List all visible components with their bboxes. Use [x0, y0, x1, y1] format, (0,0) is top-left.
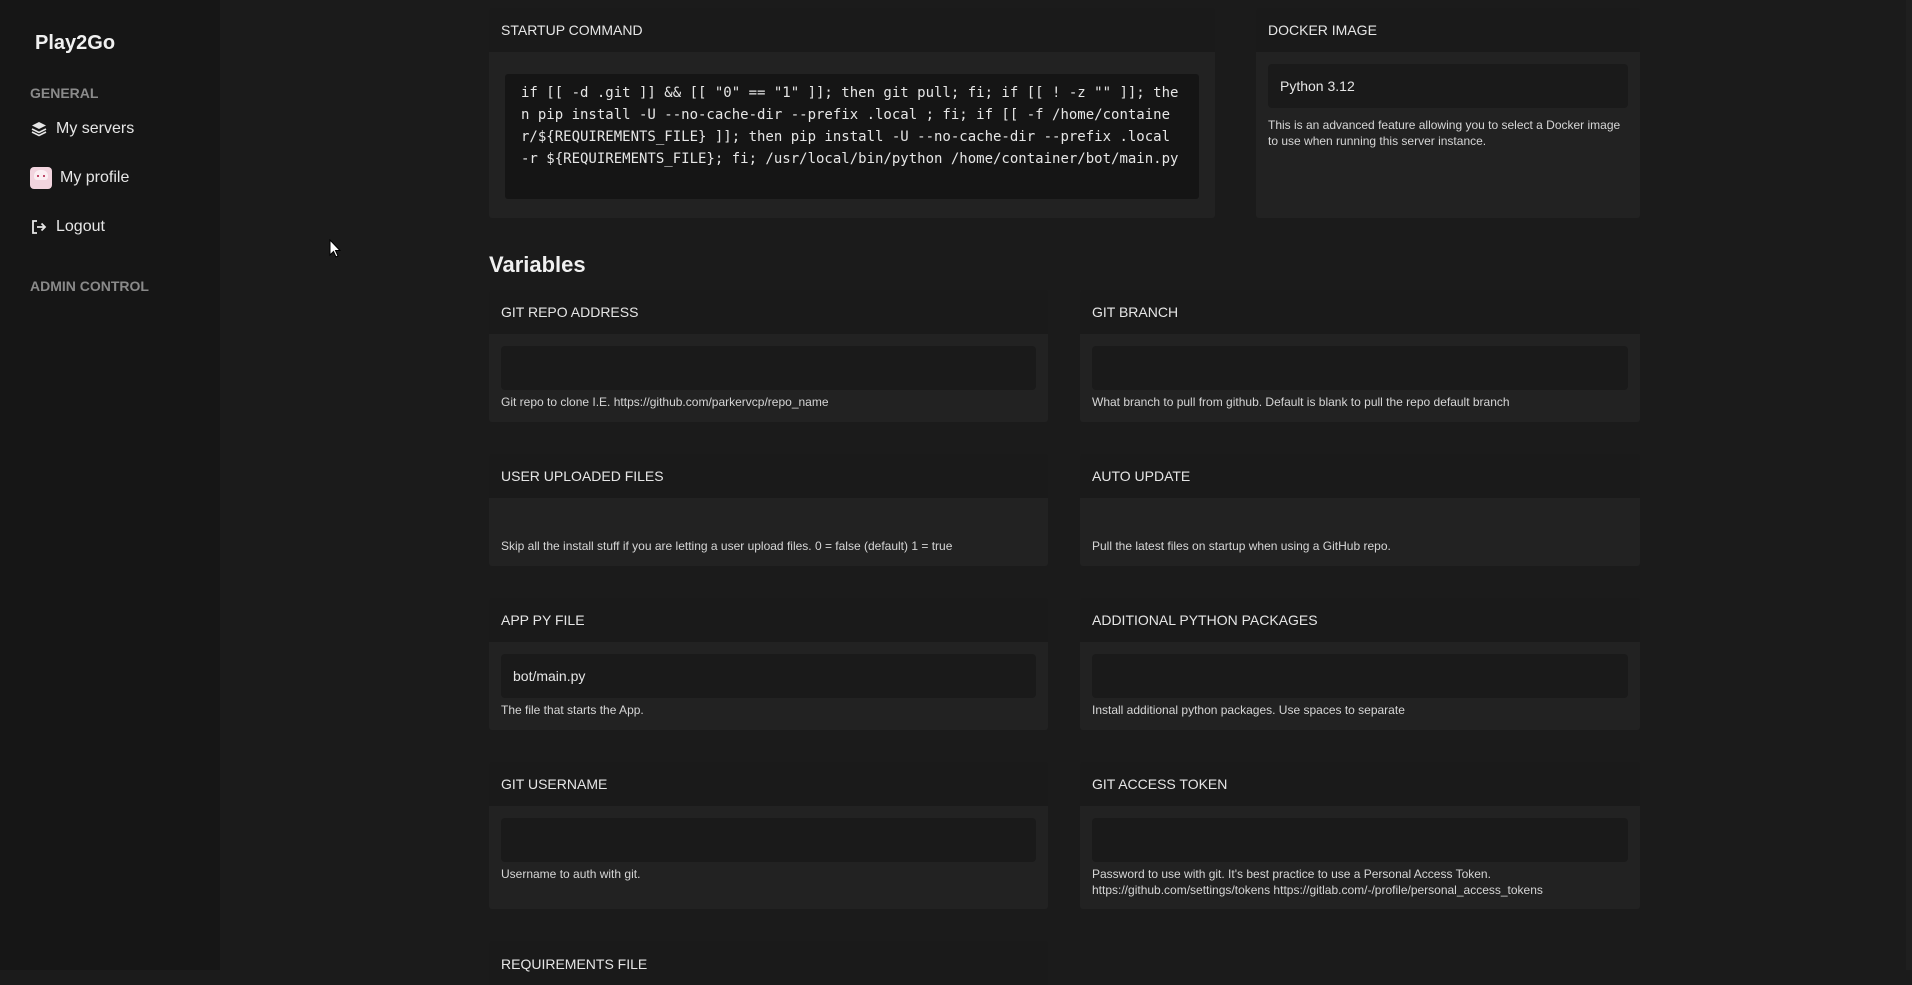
app-py-card: APP PY FILE bot/main.py The file that st… — [489, 598, 1048, 730]
sidebar-item-label: My profile — [60, 169, 130, 186]
auto-update-help: Pull the latest files on startup when us… — [1092, 539, 1391, 553]
variables-heading: Variables — [489, 252, 586, 277]
auto-update-card: AUTO UPDATE Pull the latest files on sta… — [1080, 454, 1640, 566]
docker-image-help: This is an advanced feature allowing you… — [1268, 118, 1621, 148]
general-section-label: GENERAL — [30, 85, 99, 101]
layers-icon — [30, 120, 48, 138]
auto-update-title: AUTO UPDATE — [1080, 454, 1640, 498]
sidebar-item-my-servers[interactable]: My servers — [30, 120, 134, 138]
python-packages-card: ADDITIONAL PYTHON PACKAGES Install addit… — [1080, 598, 1640, 730]
avatar — [30, 167, 52, 189]
python-packages-help: Install additional python packages. Use … — [1092, 703, 1405, 717]
admin-section-label: ADMIN CONTROL — [30, 278, 149, 294]
app-py-help: The file that starts the App. — [501, 703, 644, 717]
sidebar-item-label: Logout — [56, 218, 105, 235]
git-username-title: GIT USERNAME — [489, 762, 1048, 806]
user-uploaded-help: Skip all the install stuff if you are le… — [501, 539, 953, 553]
app-py-title: APP PY FILE — [489, 598, 1048, 642]
logout-icon — [30, 218, 48, 236]
git-branch-card: GIT BRANCH What branch to pull from gith… — [1080, 290, 1640, 422]
scrollbar[interactable] — [1906, 0, 1912, 970]
git-repo-input[interactable] — [501, 346, 1036, 390]
user-uploaded-title: USER UPLOADED FILES — [489, 454, 1048, 498]
sidebar-item-my-profile[interactable]: My profile — [30, 167, 129, 189]
git-username-help: Username to auth with git. — [501, 867, 641, 881]
docker-image-card: DOCKER IMAGE Python 3.12 This is an adva… — [1256, 8, 1640, 218]
app-py-input[interactable]: bot/main.py — [501, 654, 1036, 698]
git-branch-title: GIT BRANCH — [1080, 290, 1640, 334]
git-repo-title: GIT REPO ADDRESS — [489, 290, 1048, 334]
brand-logo[interactable]: Play2Go — [35, 32, 115, 55]
startup-command-title: STARTUP COMMAND — [489, 8, 1215, 52]
git-token-card: GIT ACCESS TOKEN Password to use with gi… — [1080, 762, 1640, 909]
git-branch-input[interactable] — [1092, 346, 1628, 390]
startup-command-card: STARTUP COMMAND if [[ -d .git ]] && [[ "… — [489, 8, 1215, 218]
requirements-card: REQUIREMENTS FILE — [489, 941, 1048, 985]
sidebar-item-label: My servers — [56, 120, 135, 137]
git-branch-help: What branch to pull from github. Default… — [1092, 395, 1510, 409]
user-uploaded-card: USER UPLOADED FILES Skip all the install… — [489, 454, 1048, 566]
git-token-help: Password to use with git. It's best prac… — [1092, 867, 1543, 897]
python-packages-input[interactable] — [1092, 654, 1628, 698]
git-token-title: GIT ACCESS TOKEN — [1080, 762, 1640, 806]
git-token-input[interactable] — [1092, 818, 1628, 862]
mouse-cursor-icon — [329, 239, 341, 258]
git-repo-help: Git repo to clone I.E. https://github.co… — [501, 395, 829, 409]
git-username-input[interactable] — [501, 818, 1036, 862]
docker-image-title: DOCKER IMAGE — [1256, 8, 1640, 52]
startup-command-code[interactable]: if [[ -d .git ]] && [[ "0" == "1" ]]; th… — [505, 74, 1199, 199]
requirements-title: REQUIREMENTS FILE — [489, 941, 1048, 985]
docker-image-select[interactable]: Python 3.12 — [1268, 64, 1628, 108]
sidebar: Play2Go GENERAL My servers My profile Lo… — [0, 0, 220, 970]
sidebar-item-logout[interactable]: Logout — [30, 218, 105, 236]
git-username-card: GIT USERNAME Username to auth with git. — [489, 762, 1048, 909]
git-repo-card: GIT REPO ADDRESS Git repo to clone I.E. … — [489, 290, 1048, 422]
python-packages-title: ADDITIONAL PYTHON PACKAGES — [1080, 598, 1640, 642]
